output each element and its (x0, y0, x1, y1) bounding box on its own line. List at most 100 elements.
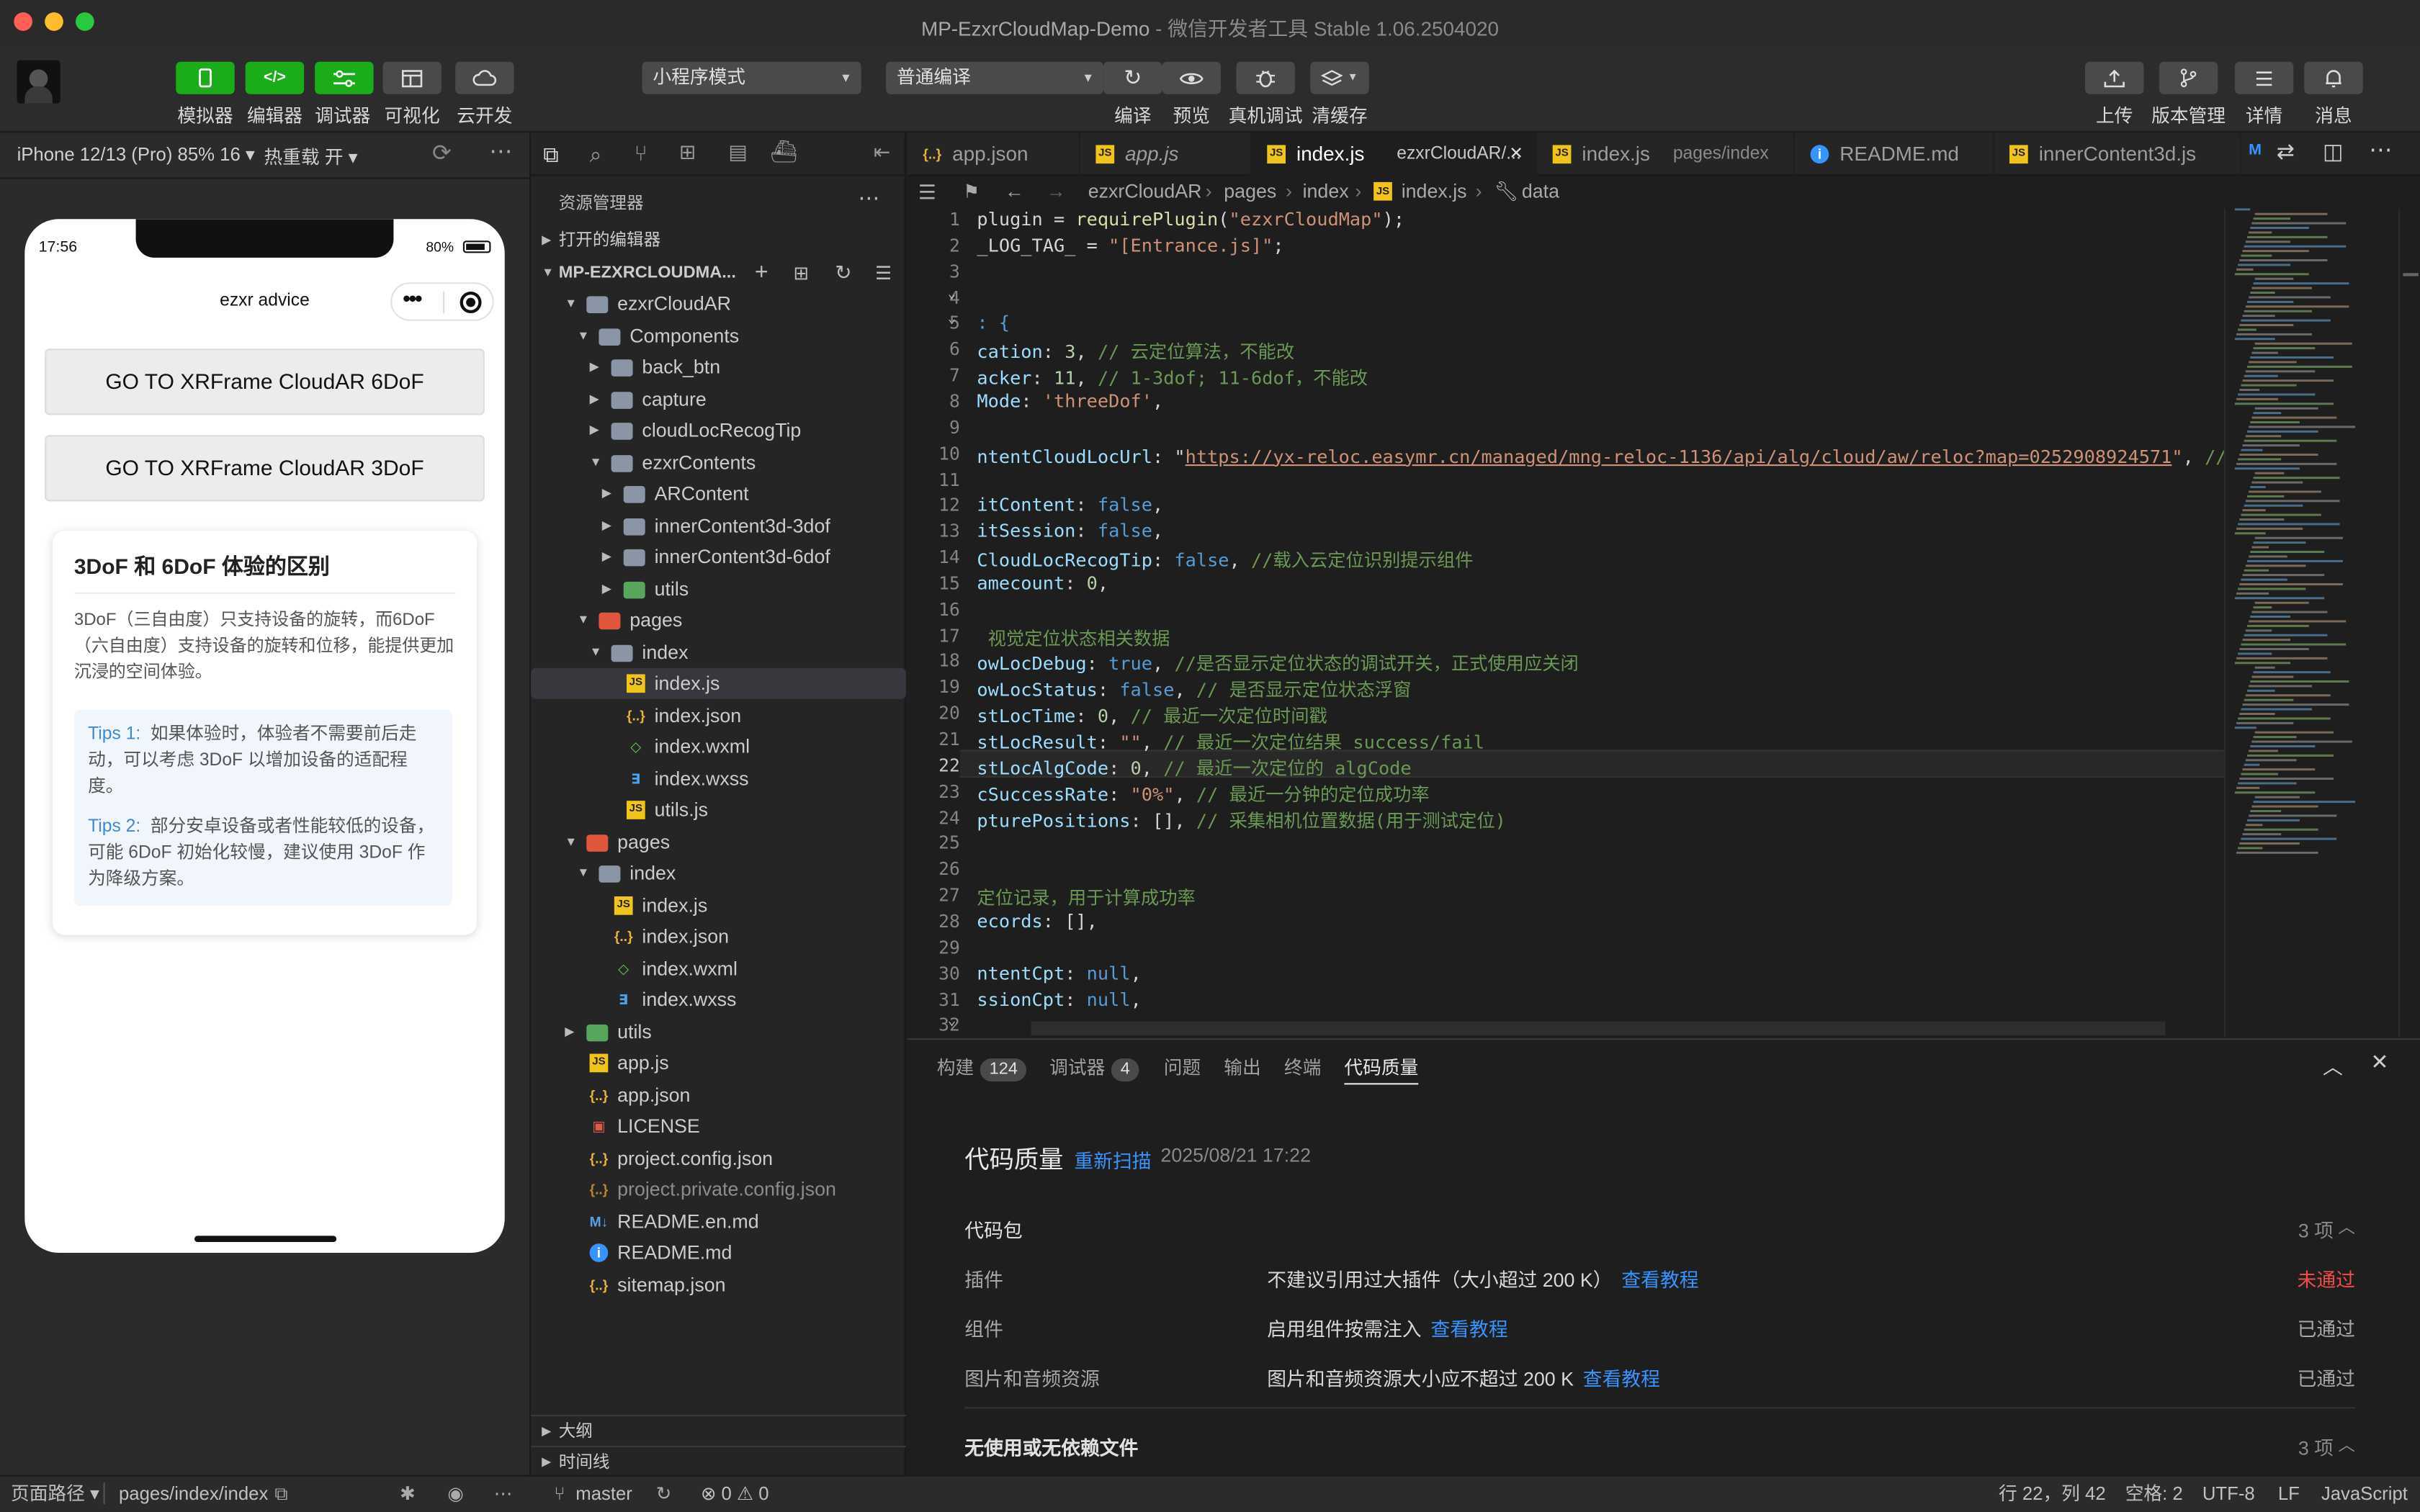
more-dots-icon[interactable]: ••• (403, 285, 422, 310)
tree-item[interactable]: ▶ utils (531, 1016, 906, 1047)
capsule-menu[interactable]: ••• (390, 282, 494, 321)
tree-item[interactable]: {..} project.config.json (531, 1143, 906, 1174)
open-editors-section[interactable]: ▶ 打开的编辑器 (531, 225, 906, 256)
tree-item[interactable]: {..} index.json (531, 700, 906, 731)
close-icon[interactable]: ✕ (1509, 132, 1523, 176)
tree-item[interactable]: JS app.js (531, 1048, 906, 1079)
source-control-icon[interactable]: ⑂ (635, 140, 647, 165)
tree-item[interactable]: {..} app.json (531, 1079, 906, 1110)
more-icon[interactable]: ⋯ (489, 138, 512, 165)
more-icon[interactable]: ⋯ (494, 1477, 513, 1511)
tree-item[interactable]: ▼ pages (531, 827, 906, 858)
editor-tab[interactable]: JS app.js (1080, 132, 1252, 176)
section-unused[interactable]: 无使用或无依赖文件 3 项 ︿ (964, 1432, 2355, 1462)
panel-tab[interactable]: 输出 (1224, 1054, 1260, 1080)
compare-icon[interactable]: ⇄ (2277, 139, 2295, 165)
compile-select[interactable]: 普通编译 ▼ (886, 61, 1104, 94)
editor-tab[interactable]: JS innerContent3d.js (1994, 132, 2241, 176)
rotate-icon[interactable]: ⟳ (432, 139, 452, 166)
split-editor-icon[interactable]: ◫ (2323, 139, 2343, 165)
vertical-scrollbar[interactable] (2398, 208, 2420, 1038)
crumb-0[interactable]: ezxrCloudAR (1088, 176, 1202, 208)
clear-cache-button[interactable]: ▼ (1310, 61, 1369, 94)
upload-button[interactable] (2085, 61, 2144, 94)
indent-spaces[interactable]: 空格: 2 (2125, 1477, 2183, 1511)
compile-button[interactable]: ↻ (1103, 61, 1162, 94)
new-file-icon[interactable]: + (755, 258, 768, 289)
visual-toggle-button[interactable] (382, 61, 442, 94)
cloud-dev-button[interactable] (455, 61, 514, 94)
tree-item[interactable]: ▶ cloudLocRecogTip (531, 415, 906, 446)
tree-item[interactable]: JS utils.js (531, 795, 906, 826)
device-select[interactable]: iPhone 12/13 (Pro) 85% 16 ▾ (17, 143, 255, 165)
cursor-position[interactable]: 行 22，列 42 (1999, 1477, 2106, 1511)
tree-item[interactable]: ◇ index.wxml (531, 953, 906, 984)
close-capsule-icon[interactable] (460, 292, 482, 313)
editor-tab[interactable]: JS index.js ezxrCloudAR/... ✕ (1251, 132, 1538, 176)
section-package[interactable]: 代码包 3 项 ︿ (964, 1214, 2355, 1243)
files-icon[interactable]: ⧉ (543, 142, 558, 168)
hotreload-select[interactable]: 热重载 开 ▾ (264, 143, 357, 169)
list-icon[interactable]: ☰ (918, 176, 936, 208)
tree-item[interactable]: ▶ ARContent (531, 478, 906, 509)
tree-item[interactable]: ▣ LICENSE (531, 1111, 906, 1142)
tree-item[interactable]: ∃ index.wxss (531, 763, 906, 794)
panel-tab[interactable]: 构建 124 (937, 1054, 1027, 1082)
forward-icon[interactable]: → (1047, 176, 1066, 208)
editor-tab[interactable]: JS index.js pages/index (1537, 132, 1796, 176)
search-icon[interactable]: ⌕ (590, 142, 602, 168)
line-ending[interactable]: LF (2278, 1477, 2300, 1511)
tree-item[interactable]: i README.md (531, 1238, 906, 1269)
page-path-select[interactable]: 页面路径 ▾ (11, 1477, 99, 1511)
storage-icon[interactable]: ▤ (728, 140, 747, 165)
tree-item[interactable]: {..} project.private.config.json (531, 1174, 906, 1205)
tree-item[interactable]: ▶ utils (531, 573, 906, 604)
remote-debug-button[interactable] (1236, 61, 1295, 94)
fold-chevron-icon[interactable]: ⌄ (948, 287, 956, 302)
crumb-1[interactable]: pages (1224, 176, 1276, 208)
eye-icon[interactable]: ◉ (447, 1477, 463, 1511)
mode-select[interactable]: 小程序模式 ▼ (642, 61, 861, 94)
crumb-3[interactable]: index.js (1402, 176, 1467, 208)
problems-count[interactable]: ⊗ 0 ⚠ 0 (701, 1477, 769, 1511)
tree-item[interactable]: ▶ innerContent3d-3dof (531, 510, 906, 541)
language-mode[interactable]: JavaScript (2321, 1477, 2408, 1511)
panel-tab[interactable]: 调试器 4 (1049, 1054, 1139, 1082)
editor-toggle-button[interactable]: </> (245, 61, 305, 94)
panel-tab[interactable]: 问题 (1164, 1054, 1201, 1080)
tutorial-link[interactable]: 查看教程 (1430, 1319, 1507, 1341)
tree-item[interactable]: ▼ ezxrCloudAR (531, 289, 906, 320)
git-branch[interactable]: master (575, 1477, 632, 1511)
tree-item[interactable]: M↓ README.en.md (531, 1206, 906, 1237)
editor-tab[interactable]: i README.md (1795, 132, 1994, 176)
collapse-panel-icon[interactable]: ⇤ (874, 140, 890, 165)
more-icon[interactable]: ⋯ (858, 185, 879, 211)
go-3dof-button[interactable]: GO TO XRFrame CloudAR 3DoF (45, 435, 485, 502)
preview-button[interactable] (1162, 61, 1221, 94)
details-button[interactable] (2234, 61, 2294, 94)
go-6dof-button[interactable]: GO TO XRFrame CloudAR 6DoF (45, 348, 485, 415)
back-icon[interactable]: ← (1005, 176, 1024, 208)
editor-tab[interactable]: {..} app.json (908, 132, 1080, 176)
bookmark-icon[interactable]: ⚑ (963, 176, 980, 208)
project-section[interactable]: ▼ MP-EZXRCLOUDMA... + ⊞ ↻ ☰ (531, 258, 906, 289)
tree-item[interactable]: ▶ back_btn (531, 352, 906, 383)
tree-item[interactable]: ▼ pages (531, 605, 906, 636)
tree-item[interactable]: {..} index.json (531, 921, 906, 952)
version-button[interactable] (2159, 61, 2218, 94)
extensions-icon[interactable]: ⊞ (679, 140, 696, 165)
copy-icon[interactable]: ⧉ (274, 1477, 287, 1511)
fold-chevron-icon[interactable]: ⌄ (948, 1014, 956, 1030)
panel-tab[interactable]: 终端 (1284, 1054, 1321, 1080)
horizontal-scrollbar[interactable] (1031, 1021, 2166, 1035)
code-editor[interactable]: 1 plugin = requirePlugin("ezxrCloudMap");… (908, 208, 2224, 1038)
tree-item[interactable]: {..} sitemap.json (531, 1269, 906, 1300)
markdown-preview-icon[interactable]: M (2249, 142, 2262, 159)
tutorial-link[interactable]: 查看教程 (1583, 1369, 1660, 1390)
tree-item[interactable]: ▼ index (531, 858, 906, 888)
tree-item[interactable]: ▼ Components (531, 320, 906, 351)
collapse-all-icon[interactable]: ☰ (875, 258, 892, 289)
fold-chevron-icon[interactable]: ⌄ (948, 312, 956, 328)
tree-item[interactable]: ∃ index.wxss (531, 984, 906, 1015)
tree-item[interactable]: ▶ capture (531, 384, 906, 415)
